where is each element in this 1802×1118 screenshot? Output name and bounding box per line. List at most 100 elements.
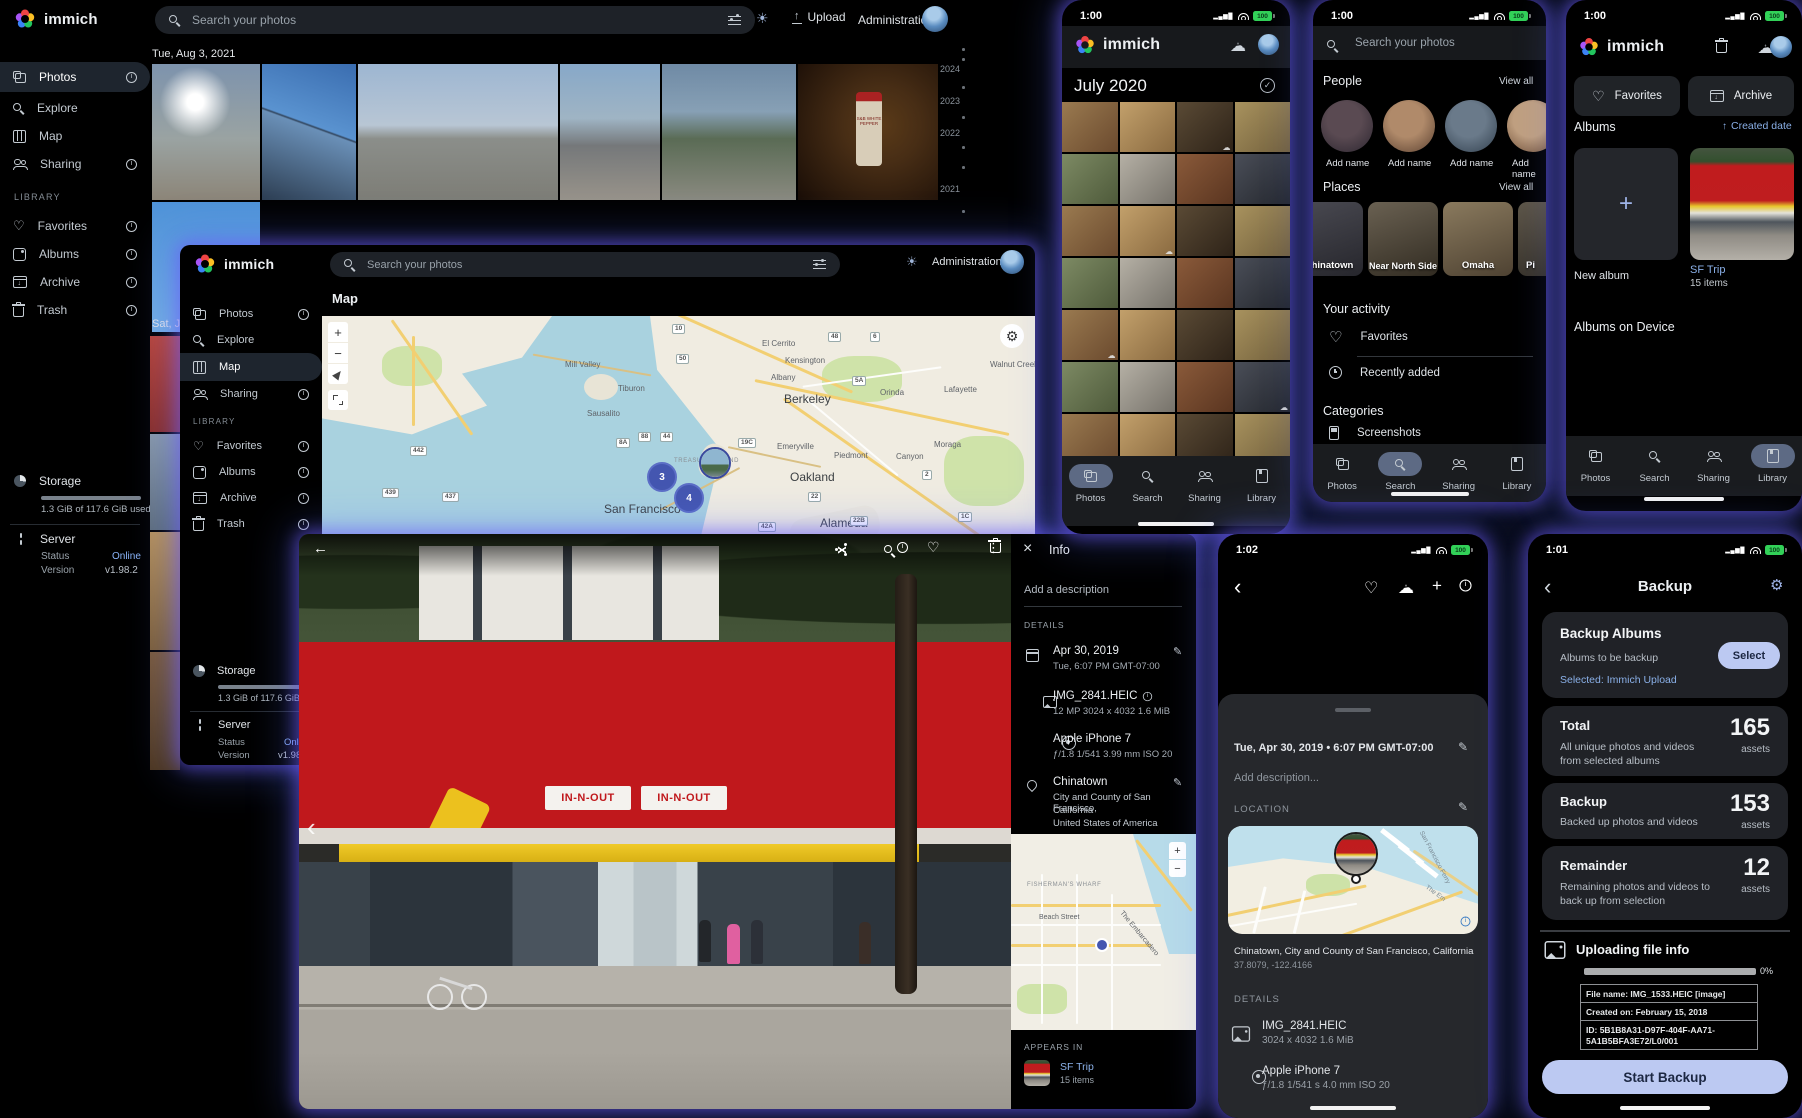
nav-tab-library[interactable]: Library <box>1491 452 1543 492</box>
sidebar-item-archive[interactable]: Archive <box>180 485 322 511</box>
photo-thumbnail[interactable] <box>150 532 180 650</box>
sidebar-item-map[interactable]: Map <box>180 353 322 381</box>
info-icon[interactable] <box>298 441 309 452</box>
photo-thumbnail[interactable] <box>1062 362 1118 412</box>
photo-thumbnail[interactable] <box>1120 154 1176 204</box>
upload-cloud-icon[interactable] <box>1398 578 1414 598</box>
add-description-field[interactable]: Add description... <box>1234 772 1319 784</box>
photo-thumbnail[interactable] <box>1177 206 1233 256</box>
user-avatar[interactable] <box>922 6 948 32</box>
map-compass-button[interactable] <box>328 364 348 384</box>
home-indicator[interactable] <box>1138 522 1214 526</box>
new-album-tile[interactable] <box>1574 148 1678 260</box>
info-icon[interactable] <box>1143 691 1152 700</box>
add-icon[interactable] <box>1432 576 1442 596</box>
home-indicator[interactable] <box>1644 497 1724 501</box>
person-avatar[interactable] <box>1321 100 1373 152</box>
sidebar-item-favorites[interactable]: Favorites <box>0 212 150 240</box>
favorites-button[interactable]: Favorites <box>1574 76 1680 116</box>
back-button[interactable] <box>1234 574 1241 600</box>
info-icon[interactable] <box>126 249 137 260</box>
info-icon[interactable] <box>897 542 908 553</box>
nav-tab-sharing[interactable]: Sharing <box>1433 452 1485 492</box>
nav-tab-search[interactable]: Search <box>1122 464 1174 504</box>
place-tile[interactable]: Omaha <box>1443 202 1513 276</box>
photo-thumbnail[interactable] <box>1120 102 1176 152</box>
info-icon[interactable] <box>126 277 137 288</box>
sidebar-item-photos[interactable]: Photos <box>180 301 322 327</box>
photo-thumbnail[interactable] <box>1177 154 1233 204</box>
photo-thumbnail[interactable] <box>1120 206 1176 256</box>
photo-thumbnail[interactable] <box>1235 102 1291 152</box>
add-name-label[interactable]: Add name <box>1326 158 1369 169</box>
location-map[interactable]: FISHERMAN'S WHARF Beach Street The Embar… <box>1011 834 1196 1030</box>
map-zoom-out-button[interactable]: − <box>328 343 348 363</box>
person-avatar[interactable] <box>1383 100 1435 152</box>
sidebar-item-archive[interactable]: Archive <box>0 268 150 296</box>
sidebar-item-albums[interactable]: Albums <box>180 459 322 485</box>
info-icon[interactable] <box>298 389 309 400</box>
edit-date-icon[interactable] <box>1458 740 1468 754</box>
photo-thumbnail[interactable] <box>1235 206 1291 256</box>
photo-thumbnail[interactable] <box>358 64 558 200</box>
archive-button[interactable]: Archive <box>1688 76 1794 116</box>
photo-thumbnail[interactable] <box>1235 310 1291 360</box>
map-zoom-out-button[interactable]: − <box>1169 860 1186 877</box>
place-tile[interactable]: Pi <box>1518 202 1546 276</box>
theme-toggle-icon[interactable] <box>906 254 918 270</box>
place-tile[interactable]: Near North Side <box>1368 202 1438 276</box>
select-month-icon[interactable] <box>1260 78 1275 93</box>
home-indicator[interactable] <box>1310 1106 1396 1110</box>
backup-cloud-icon[interactable] <box>1230 36 1246 56</box>
edit-location-icon[interactable] <box>1173 776 1182 789</box>
more-options-icon[interactable] <box>987 540 1000 556</box>
photo-thumbnail[interactable] <box>1177 102 1233 152</box>
photo-thumbnail[interactable]: S&B WHITE PEPPER <box>798 64 938 200</box>
photo-thumbnail[interactable] <box>1177 362 1233 412</box>
nav-tab-photos[interactable]: Photos <box>1316 452 1368 492</box>
photo-thumbnail[interactable] <box>1235 362 1291 412</box>
back-button[interactable] <box>313 540 328 557</box>
person-avatar[interactable] <box>1507 100 1546 152</box>
location-map[interactable]: San Francisco Ferry The Em <box>1228 826 1478 934</box>
info-icon[interactable] <box>126 159 137 170</box>
activity-recent-row[interactable]: Recently added <box>1329 366 1440 379</box>
sidebar-item-albums[interactable]: Albums <box>0 240 150 268</box>
nav-tab-library[interactable]: Library <box>1747 444 1799 484</box>
info-icon[interactable] <box>126 221 137 232</box>
photo-thumbnail[interactable] <box>662 64 796 200</box>
filter-icon[interactable] <box>728 15 741 26</box>
info-icon[interactable] <box>298 493 309 504</box>
sidebar-item-explore[interactable]: Explore <box>0 94 150 122</box>
info-icon[interactable] <box>298 519 309 530</box>
search-input[interactable]: Search your photos <box>330 252 840 277</box>
theme-toggle-icon[interactable] <box>756 10 769 27</box>
photo-thumbnail[interactable] <box>1120 258 1176 308</box>
zoom-icon[interactable] <box>884 545 895 556</box>
map-zoom-in-button[interactable] <box>328 322 348 342</box>
photo-thumbnail[interactable] <box>1235 258 1291 308</box>
add-name-label[interactable]: Add name <box>1512 158 1546 180</box>
app-logo[interactable]: immich <box>194 253 274 275</box>
favorite-icon[interactable] <box>1364 578 1378 598</box>
home-indicator[interactable] <box>1391 492 1469 496</box>
user-avatar[interactable] <box>1000 250 1024 274</box>
appears-in-album[interactable]: SF Trip 15 items <box>1024 1060 1094 1086</box>
search-input[interactable]: Search your photos <box>155 6 755 34</box>
people-view-all[interactable]: View all <box>1499 76 1533 87</box>
map-zoom-in-button[interactable]: + <box>1169 842 1186 859</box>
category-screenshots-row[interactable]: Screenshots <box>1329 426 1421 440</box>
info-icon[interactable] <box>126 72 137 83</box>
photo-area[interactable] <box>1218 604 1488 694</box>
person-avatar[interactable] <box>1445 100 1497 152</box>
photo-thumbnail[interactable] <box>1235 154 1291 204</box>
photo-viewer[interactable]: IN-N-OUT IN-N-OUT 333 <box>299 534 1011 1109</box>
app-logo[interactable]: immich <box>14 8 98 30</box>
edit-location-icon[interactable] <box>1458 800 1468 814</box>
map-cluster-marker[interactable]: 3 <box>647 462 677 492</box>
photo-thumbnail[interactable] <box>1120 362 1176 412</box>
photo-thumbnail[interactable] <box>262 64 356 200</box>
home-indicator[interactable] <box>1620 1106 1710 1110</box>
add-name-label[interactable]: Add name <box>1388 158 1431 169</box>
sidebar-item-favorites[interactable]: Favorites <box>180 433 322 459</box>
